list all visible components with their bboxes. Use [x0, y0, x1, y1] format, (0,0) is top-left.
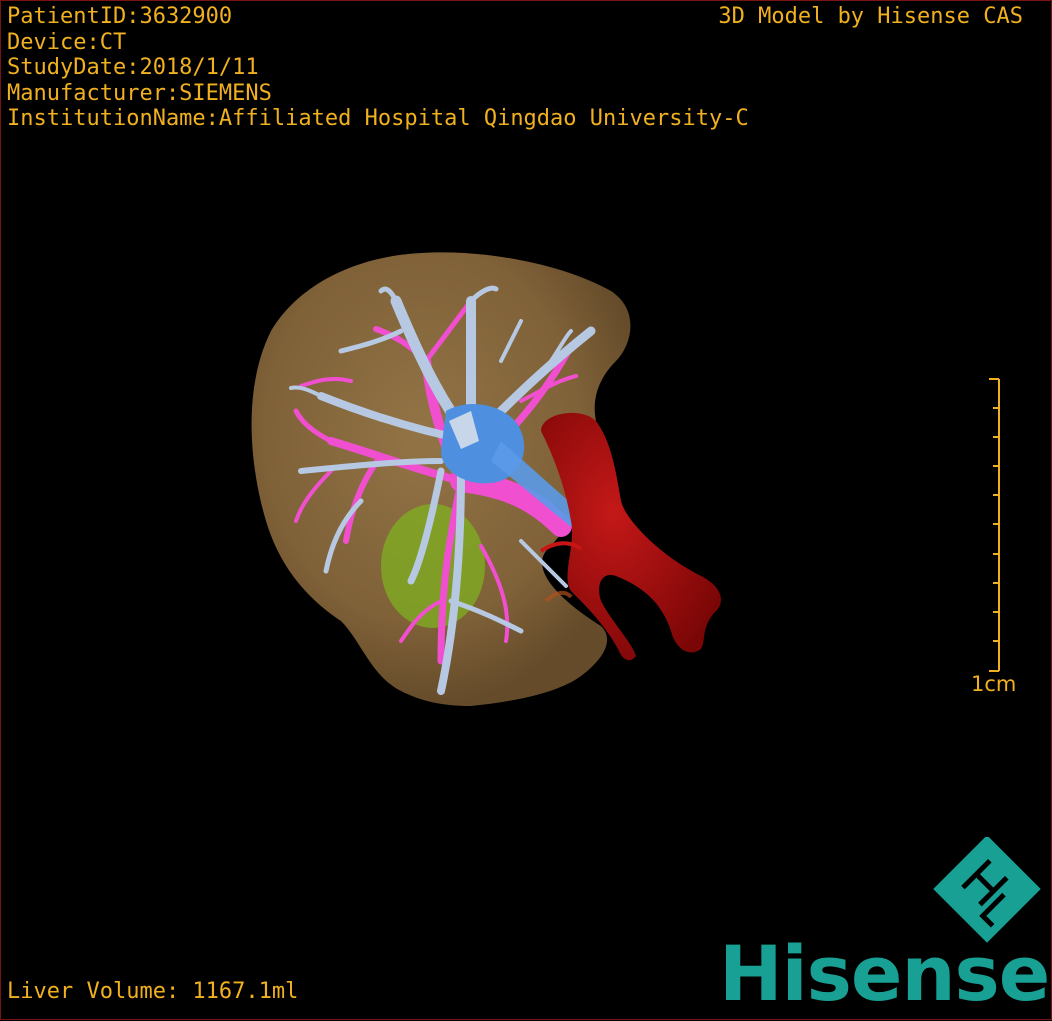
study-date-text: StudyDate:2018/1/11	[7, 55, 259, 80]
3d-viewport[interactable]: PatientID:3632900 Device:CT StudyDate:2018…	[0, 0, 1052, 1020]
scale-ruler	[989, 378, 1000, 672]
model-brand-caption: 3D Model by Hisense CAS	[718, 4, 1023, 29]
manufacturer-text: Manufacturer:SIEMENS	[7, 80, 272, 106]
patient-id-text: PatientID:3632900	[7, 4, 233, 29]
liver-volume-text: Liver Volume: 1167.1ml	[7, 979, 299, 1004]
hisense-wordmark: Hisense	[719, 929, 1050, 1018]
scale-label: 1cm	[971, 672, 1017, 696]
patient-info-panel: PatientID:3632900 Device:CT StudyDate:2018…	[7, 4, 749, 132]
device-text: Device:CT	[7, 29, 127, 55]
institution-name-text: InstitutionName:Affiliated Hospital Qing…	[7, 106, 749, 131]
